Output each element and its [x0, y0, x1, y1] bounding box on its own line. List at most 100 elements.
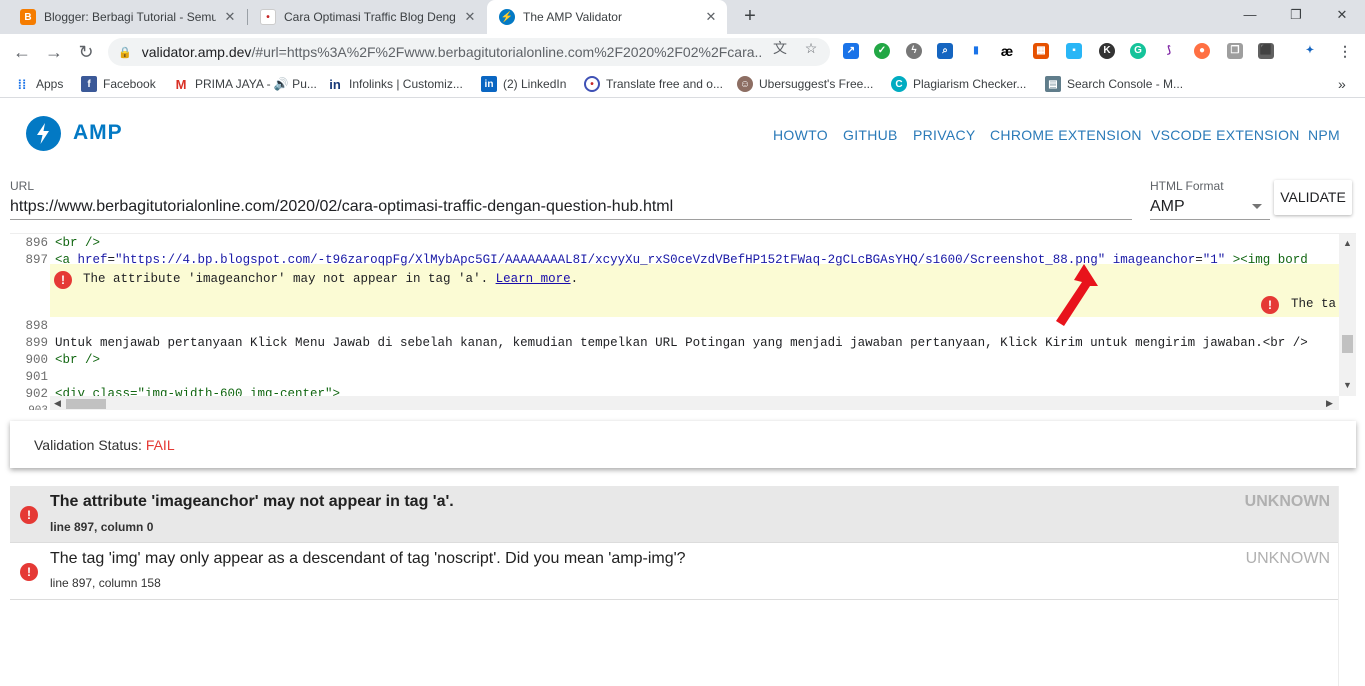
- bookmark-ubersuggest[interactable]: ☺ Ubersuggest's Free...: [737, 76, 873, 92]
- nav-privacy[interactable]: PRIVACY: [913, 127, 976, 143]
- bookmarks-bar: ⁞⁞ Apps f Facebook M PRIMA JAYA - 🔊 Pu... i…: [0, 70, 1365, 98]
- new-tab-button[interactable]: +: [738, 5, 762, 29]
- scrollbar-thumb[interactable]: [66, 399, 106, 409]
- bookmark-gmail[interactable]: M PRIMA JAYA - 🔊 Pu...: [173, 76, 317, 92]
- line-number: 901: [25, 370, 48, 384]
- annotation-arrow-icon: [1056, 264, 1098, 326]
- bookmark-translate[interactable]: • Translate free and o...: [584, 76, 723, 92]
- extension-search-icon[interactable]: ⌕: [937, 43, 953, 59]
- code-line: <br />: [55, 235, 100, 252]
- url-path: /#url=https%3A%2F%2Fwww.berbagitutorialo…: [251, 44, 762, 60]
- extension-k-icon[interactable]: K: [1099, 43, 1115, 59]
- code-attr: href: [77, 253, 108, 267]
- code-attr: imageanchor: [1105, 253, 1196, 267]
- bookmarks-overflow-button[interactable]: »: [1338, 76, 1346, 92]
- extension-bolt-icon[interactable]: ϟ: [906, 43, 922, 59]
- result-row[interactable]: ! The attribute 'imageanchor' may not ap…: [10, 486, 1338, 543]
- lock-icon: 🔒: [118, 46, 132, 59]
- dropdown-arrow-icon[interactable]: [1252, 204, 1262, 209]
- html-format-label: HTML Format: [1150, 179, 1224, 193]
- result-row[interactable]: ! The tag 'img' may only appear as a des…: [10, 543, 1338, 600]
- extension-chart-icon[interactable]: ↗: [843, 43, 859, 59]
- amp-logo-icon[interactable]: [26, 116, 61, 151]
- nav-howto[interactable]: HOWTO: [773, 127, 828, 143]
- line-number: 899: [25, 336, 48, 350]
- minimize-button[interactable]: —: [1227, 0, 1273, 30]
- code-horizontal-scrollbar[interactable]: ◀ ▶: [50, 396, 1339, 410]
- code-line: Untuk menjawab pertanyaan Klick Menu Jaw…: [55, 336, 1308, 350]
- validation-status: Validation Status: FAIL: [34, 437, 175, 453]
- status-label: Validation Status:: [34, 437, 146, 453]
- bookmark-label: Search Console - M...: [1067, 77, 1184, 91]
- close-window-button[interactable]: ✕: [1319, 0, 1365, 30]
- extension-flag-icon[interactable]: ✦: [1302, 43, 1318, 59]
- nav-npm[interactable]: NPM: [1308, 127, 1340, 143]
- extension-link-icon[interactable]: ⟆: [1161, 43, 1177, 59]
- bookmark-facebook[interactable]: f Facebook: [81, 76, 156, 92]
- learn-more-link[interactable]: Learn more: [496, 272, 571, 286]
- error-icon: !: [54, 271, 72, 289]
- bookmark-plagiarism[interactable]: C Plagiarism Checker...: [891, 76, 1026, 92]
- tab-blogger[interactable]: B Blogger: Berbagi Tutorial - Semu ✕: [8, 0, 246, 34]
- translate-page-icon[interactable]: 文: [772, 40, 788, 56]
- extension-reddit-icon[interactable]: ●: [1194, 43, 1210, 59]
- extension-copy-icon[interactable]: ❐: [1227, 43, 1243, 59]
- nav-chrome-extension[interactable]: CHROME EXTENSION: [990, 127, 1142, 143]
- extension-analytics-icon[interactable]: ▮: [968, 43, 984, 59]
- code-viewer[interactable]: 896 <br /> 897 <a href="https://4.bp.blo…: [10, 233, 1356, 410]
- line-number: 897: [25, 253, 48, 267]
- code-tag: <a: [55, 253, 78, 267]
- tab-blog-post[interactable]: • Cara Optimasi Traffic Blog Denga ✕: [248, 0, 486, 34]
- close-tab-icon[interactable]: ✕: [462, 9, 478, 25]
- html-format-select[interactable]: AMP: [1150, 198, 1185, 216]
- back-arrow-icon[interactable]: ←: [10, 40, 34, 64]
- bookmark-label: Infolinks | Customiz...: [349, 77, 463, 91]
- bookmark-star-icon[interactable]: ☆: [803, 40, 819, 56]
- code-tag: ><img bord: [1225, 253, 1308, 267]
- browser-tab-strip: B Blogger: Berbagi Tutorial - Semu ✕ • C…: [0, 0, 1365, 34]
- line-number: 903: [10, 403, 48, 410]
- tab-amp-validator[interactable]: ⚡ The AMP Validator ✕: [487, 0, 727, 34]
- menu-kebab-icon[interactable]: ⋮: [1337, 43, 1353, 59]
- bookmark-infolinks[interactable]: in Infolinks | Customiz...: [327, 76, 463, 92]
- scroll-left-icon[interactable]: ◀: [54, 398, 61, 409]
- extension-block-icon[interactable]: ▦: [1033, 43, 1049, 59]
- forward-arrow-icon[interactable]: →: [42, 40, 66, 64]
- amp-brand[interactable]: AMP: [73, 121, 123, 145]
- bookmark-label: Apps: [36, 77, 64, 91]
- scroll-right-icon[interactable]: ▶: [1326, 398, 1333, 409]
- nav-github[interactable]: GITHUB: [843, 127, 898, 143]
- bookmark-apps[interactable]: ⁞⁞ Apps: [14, 76, 64, 92]
- error-icon: !: [1261, 296, 1279, 314]
- result-message: The tag 'img' may only appear as a desce…: [50, 550, 686, 567]
- address-url: validator.amp.dev/#url=https%3A%2F%2Fwww…: [142, 44, 762, 60]
- bookmark-linkedin[interactable]: in (2) LinkedIn: [481, 76, 566, 92]
- maximize-button[interactable]: ❐: [1273, 0, 1319, 30]
- code-line: <a href="https://4.bp.blogspot.com/-t96z…: [55, 253, 1308, 267]
- code-vertical-scrollbar[interactable]: ▲ ▼: [1339, 234, 1356, 396]
- nav-vscode-extension[interactable]: VSCODE EXTENSION: [1151, 127, 1300, 143]
- grammarly-icon[interactable]: G: [1130, 43, 1146, 59]
- bookmark-search-console[interactable]: ▤ Search Console - M...: [1045, 76, 1183, 92]
- extension-puzzle-icon[interactable]: ⬛: [1258, 43, 1274, 59]
- extension-ae-icon[interactable]: æ: [999, 43, 1015, 59]
- url-input[interactable]: https://www.berbagitutorialonline.com/20…: [10, 198, 673, 216]
- reload-icon[interactable]: ↻: [74, 40, 98, 64]
- result-severity: UNKNOWN: [1245, 550, 1330, 567]
- inline-error-message-2: The ta: [1291, 297, 1337, 311]
- close-tab-icon[interactable]: ✕: [703, 9, 719, 25]
- extension-save-icon[interactable]: ▪: [1066, 43, 1082, 59]
- result-position: line 897, column 0: [50, 520, 154, 534]
- tab-title: Blogger: Berbagi Tutorial - Semu: [44, 10, 216, 24]
- scroll-down-icon[interactable]: ▼: [1343, 380, 1352, 390]
- line-number: 902: [25, 387, 48, 401]
- extension-check-icon[interactable]: ✓: [874, 43, 890, 59]
- scroll-up-icon[interactable]: ▲: [1343, 238, 1352, 248]
- bookmark-label: Ubersuggest's Free...: [759, 77, 874, 91]
- scrollbar-thumb[interactable]: [1342, 335, 1353, 353]
- validate-button[interactable]: VALIDATE: [1274, 180, 1352, 215]
- url-input-underline: [10, 219, 1132, 220]
- close-tab-icon[interactable]: ✕: [222, 9, 238, 25]
- url-host: validator.amp.dev: [141, 44, 252, 60]
- address-bar[interactable]: 🔒 validator.amp.dev/#url=https%3A%2F%2Fw…: [108, 38, 830, 66]
